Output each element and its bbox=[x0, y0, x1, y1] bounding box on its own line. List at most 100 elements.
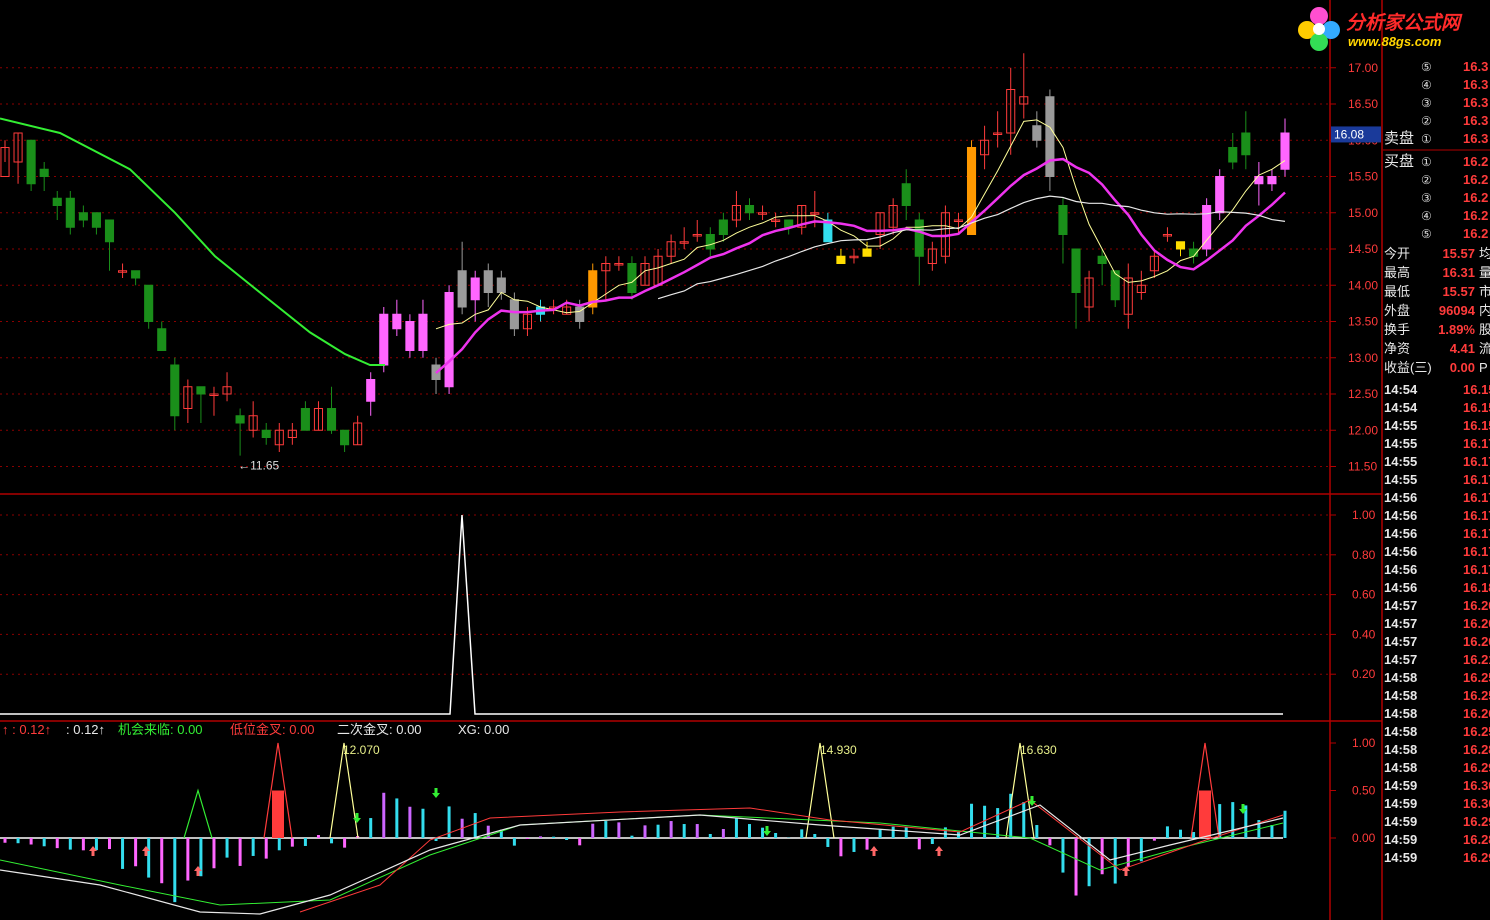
tick-price: 16.17 bbox=[1463, 526, 1490, 541]
candle-body bbox=[627, 263, 637, 293]
candle bbox=[718, 212, 728, 242]
candle bbox=[418, 299, 428, 358]
stat-value: 1.89% bbox=[1438, 322, 1475, 337]
indicator-label-4: 低位金叉: 0.00 bbox=[230, 722, 315, 737]
indicator-panel: 12.070 14.930 16.630 bbox=[0, 742, 1287, 915]
tick-row: 14:58 16.25 bbox=[1383, 687, 1490, 705]
buy-row: ③ 16.2 bbox=[1383, 189, 1490, 207]
stat-label: 收益(三) bbox=[1384, 360, 1432, 375]
tick-time: 14:59 bbox=[1384, 814, 1418, 829]
tick-row: 14:59 16.29 bbox=[1383, 813, 1490, 831]
tick-price: 16.29 bbox=[1463, 760, 1490, 775]
tick-row: 14:56 16.17 bbox=[1383, 489, 1490, 507]
candle bbox=[1228, 133, 1238, 170]
tick-row: 14:59 16.29 bbox=[1383, 849, 1490, 867]
candle-body bbox=[405, 321, 415, 351]
stock-chart[interactable]: ←11.65 12.070 14.930 16.630 17.00 16.50 16.0… bbox=[0, 0, 1490, 920]
tick-price: 16.20 bbox=[1463, 616, 1490, 631]
tick-time: 14:59 bbox=[1384, 850, 1418, 865]
tick-time: 14:58 bbox=[1384, 742, 1418, 757]
buy-row: 买盘 ① 16.2 bbox=[1383, 153, 1490, 171]
candle bbox=[131, 270, 141, 286]
up-arrow-icon bbox=[935, 846, 943, 856]
peak-value-label: 16.630 bbox=[1020, 743, 1057, 757]
candle-body bbox=[144, 284, 154, 322]
tick-time: 14:56 bbox=[1384, 562, 1418, 577]
candle-body bbox=[1175, 241, 1186, 250]
indicator-label-3: 机会来临: 0.00 bbox=[118, 722, 203, 737]
candle bbox=[1202, 198, 1212, 257]
price-tick-label: 14.00 bbox=[1348, 278, 1378, 292]
candle-body bbox=[444, 292, 454, 388]
tick-price: 16.25 bbox=[1463, 670, 1490, 685]
candle bbox=[509, 292, 519, 336]
candle bbox=[379, 307, 389, 373]
candle bbox=[797, 205, 807, 235]
level-badge: ⑤ bbox=[1421, 60, 1432, 74]
tick-price: 16.29 bbox=[1463, 850, 1490, 865]
candle bbox=[914, 212, 924, 286]
candle-body bbox=[340, 429, 350, 446]
price-tick-label: 11.50 bbox=[1348, 460, 1377, 474]
buy-label: 买盘 bbox=[1384, 153, 1415, 170]
candle-body bbox=[862, 248, 872, 257]
candle bbox=[300, 401, 310, 431]
tick-price: 16.26 bbox=[1463, 706, 1490, 721]
candle bbox=[849, 249, 859, 264]
tick-price: 16.28 bbox=[1463, 742, 1490, 757]
signal-panel bbox=[0, 514, 1283, 715]
candle bbox=[326, 386, 337, 434]
sell-price: 16.3 bbox=[1463, 59, 1489, 74]
buy-row: ② 16.2 bbox=[1383, 171, 1490, 189]
tick-price: 16.28 bbox=[1463, 832, 1490, 847]
price-tick-label: 17.00 bbox=[1348, 61, 1378, 75]
tick-price: 16.17 bbox=[1463, 490, 1490, 505]
candle bbox=[601, 256, 611, 300]
stat-label: 最高 bbox=[1384, 265, 1411, 280]
tick-time: 14:58 bbox=[1384, 670, 1418, 685]
tick-price: 16.15 bbox=[1463, 400, 1490, 415]
tick-price: 16.17 bbox=[1463, 544, 1490, 559]
candle-body bbox=[1058, 205, 1068, 235]
candle bbox=[1032, 111, 1042, 148]
candle-body bbox=[326, 408, 337, 431]
candle bbox=[771, 212, 781, 228]
tick-row: 14:54 16.15 bbox=[1383, 381, 1490, 399]
buy-price: 16.2 bbox=[1463, 190, 1489, 205]
price-tick-label: 15.50 bbox=[1348, 170, 1378, 184]
bottom-tick-label: 0.00 bbox=[1352, 831, 1376, 845]
candle bbox=[588, 263, 598, 315]
tick-time: 14:54 bbox=[1384, 400, 1418, 415]
tick-row: 14:57 16.20 bbox=[1383, 615, 1490, 633]
tick-price: 16.17 bbox=[1463, 562, 1490, 577]
level-badge: ⑤ bbox=[1421, 227, 1432, 241]
candle bbox=[157, 321, 167, 351]
mid-tick-label: 0.40 bbox=[1352, 627, 1376, 641]
price-tick-label: 13.50 bbox=[1348, 315, 1378, 329]
candle-body bbox=[901, 183, 911, 206]
candle bbox=[758, 205, 768, 220]
candle bbox=[248, 401, 258, 438]
candle bbox=[65, 191, 75, 235]
tick-price: 16.17 bbox=[1463, 508, 1490, 523]
candle bbox=[235, 408, 245, 456]
tick-row: 14:58 16.28 bbox=[1383, 741, 1490, 759]
tick-time: 14:56 bbox=[1384, 544, 1418, 559]
sell-row: ③ 16.3 bbox=[1383, 94, 1490, 112]
candle bbox=[496, 270, 506, 300]
tick-row: 14:55 16.17 bbox=[1383, 435, 1490, 453]
candle bbox=[26, 139, 36, 191]
candle bbox=[340, 429, 350, 452]
stat-label: 最低 bbox=[1384, 284, 1411, 299]
candle bbox=[392, 299, 402, 336]
candle-body bbox=[1267, 176, 1277, 185]
candle bbox=[287, 423, 297, 445]
tick-time: 14:57 bbox=[1384, 634, 1418, 649]
candle bbox=[993, 111, 1003, 148]
candle-body bbox=[91, 212, 101, 228]
candle bbox=[744, 198, 755, 220]
stat-value: 96094 bbox=[1438, 303, 1475, 318]
candle-body bbox=[836, 255, 846, 264]
buy-price: 16.2 bbox=[1463, 172, 1489, 187]
candle bbox=[1136, 270, 1146, 300]
